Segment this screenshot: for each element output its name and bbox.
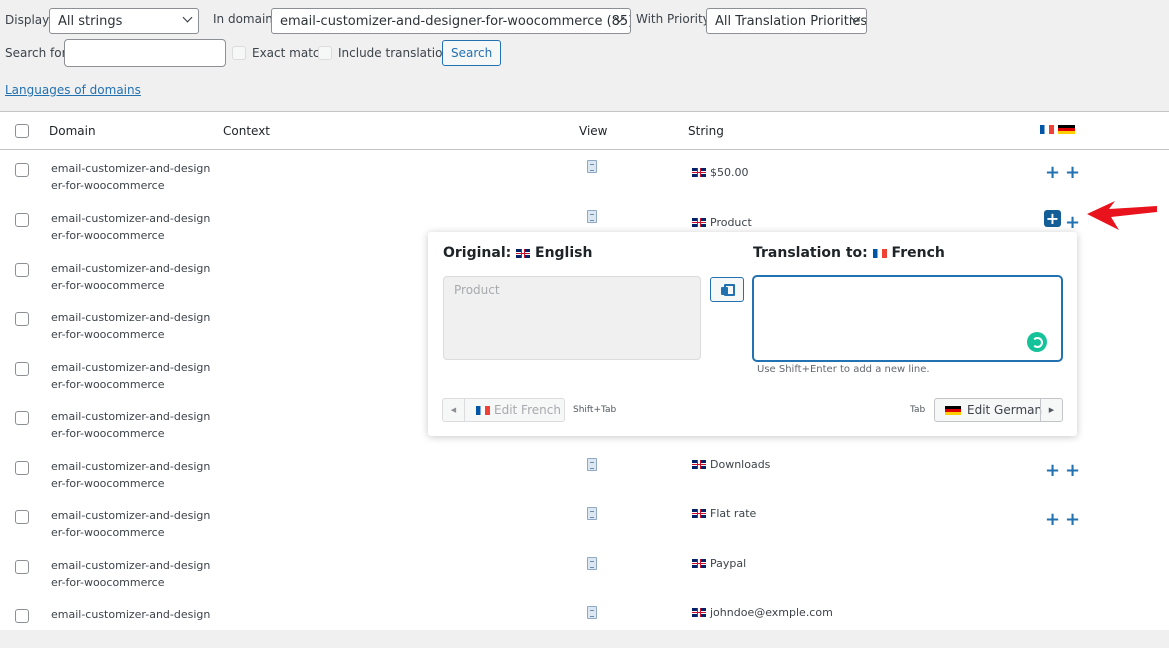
view-document-icon[interactable]	[587, 210, 597, 223]
search-button[interactable]: Search	[442, 40, 502, 66]
string-cell: johndoe@exmple.com	[692, 606, 833, 619]
original-heading: Original: English	[443, 245, 593, 261]
add-german-translation-icon[interactable]: +	[1065, 164, 1080, 182]
chevron-right-icon: ▶	[1040, 399, 1062, 421]
domain-cell: email-customizer-and-design	[51, 608, 211, 621]
french-flag-icon	[1040, 125, 1054, 134]
row-checkbox[interactable]	[15, 213, 29, 227]
string-cell: Downloads	[692, 458, 770, 471]
grammarly-icon[interactable]	[1027, 332, 1047, 352]
uk-flag-icon	[692, 460, 706, 469]
original-text-area: Product	[443, 276, 701, 360]
include-translations-checkbox[interactable]	[318, 46, 332, 60]
table-row: email-customizer-and-design er-for-woocom…	[0, 450, 1169, 500]
include-translations-label: Include translations	[338, 46, 457, 60]
domain-label: In domain:	[213, 12, 277, 26]
next-shortcut-label: Tab	[910, 405, 926, 415]
row-checkbox[interactable]	[15, 560, 29, 574]
french-flag-icon	[476, 406, 490, 415]
priority-select-value: All Translation Priorities	[715, 14, 867, 29]
table-row: email-customizer-and-design er-for-woocom…	[0, 152, 1169, 202]
string-cell: Product	[692, 216, 752, 229]
domain-cell: email-customizer-and-design er-for-woocom…	[51, 509, 211, 539]
priority-label: With Priority:	[636, 12, 713, 26]
row-checkbox[interactable]	[15, 609, 29, 623]
domain-cell: email-customizer-and-design er-for-woocom…	[51, 361, 211, 391]
row-checkbox[interactable]	[15, 163, 29, 177]
column-context[interactable]: Context	[223, 124, 270, 138]
view-document-icon[interactable]	[587, 557, 597, 570]
string-cell: Paypal	[692, 557, 746, 570]
filter-bar: Display: All strings In domain: email-cu…	[0, 0, 1169, 112]
column-string[interactable]: String	[688, 124, 724, 138]
domain-cell: email-customizer-and-design er-for-woocom…	[51, 162, 211, 192]
row-checkbox[interactable]	[15, 510, 29, 524]
uk-flag-icon	[692, 608, 706, 617]
add-german-translation-icon[interactable]: +	[1065, 511, 1080, 529]
view-document-icon[interactable]	[587, 507, 597, 520]
string-cell: $50.00	[692, 166, 749, 179]
table-row: email-customizer-and-design er-for-woocom…	[0, 499, 1169, 549]
red-arrow-annotation-icon	[1087, 201, 1157, 230]
row-checkbox[interactable]	[15, 362, 29, 376]
add-french-translation-icon[interactable]: +	[1044, 210, 1061, 227]
uk-flag-icon	[692, 218, 706, 227]
add-french-translation-icon[interactable]: +	[1045, 462, 1060, 480]
row-checkbox[interactable]	[15, 411, 29, 425]
add-french-translation-icon[interactable]: +	[1045, 164, 1060, 182]
display-select-value: All strings	[58, 14, 123, 29]
uk-flag-icon	[692, 559, 706, 568]
edit-german-button[interactable]: Edit German ▶	[934, 398, 1063, 422]
table-row: email-customizer-and-design er-for-woocom…	[0, 549, 1169, 599]
copy-original-button[interactable]	[710, 277, 744, 302]
domain-cell: email-customizer-and-design er-for-woocom…	[51, 559, 211, 589]
display-label: Display:	[5, 13, 53, 27]
domain-select-value: email-customizer-and-designer-for-woocom…	[280, 14, 631, 29]
domain-cell: email-customizer-and-design er-for-woocom…	[51, 311, 211, 341]
german-flag-icon	[1058, 125, 1075, 134]
column-view: View	[579, 124, 608, 138]
display-select[interactable]: All strings	[49, 8, 199, 34]
uk-flag-icon	[692, 509, 706, 518]
row-checkbox[interactable]	[15, 263, 29, 277]
view-document-icon[interactable]	[587, 160, 597, 173]
languages-of-domains-link[interactable]: Languages of domains	[5, 83, 141, 97]
new-line-hint: Use Shift+Enter to add a new line.	[757, 364, 930, 375]
add-german-translation-icon[interactable]: +	[1065, 214, 1080, 232]
exact-match-checkbox[interactable]	[232, 46, 246, 60]
prev-shortcut-label: Shift+Tab	[573, 405, 617, 415]
table-row: email-customizer-and-design johndoe@exmp…	[0, 598, 1169, 648]
view-document-icon[interactable]	[587, 606, 597, 619]
domain-select[interactable]: email-customizer-and-designer-for-woocom…	[271, 8, 631, 34]
add-french-translation-icon[interactable]: +	[1045, 511, 1060, 529]
select-all-checkbox[interactable]	[15, 124, 29, 138]
domain-cell: email-customizer-and-design er-for-woocom…	[51, 460, 211, 490]
search-input[interactable]	[64, 39, 226, 67]
row-checkbox[interactable]	[15, 461, 29, 475]
translation-text-area[interactable]	[753, 276, 1062, 361]
search-label: Search for:	[5, 46, 71, 60]
domain-cell: email-customizer-and-design er-for-woocom…	[51, 262, 211, 292]
view-document-icon[interactable]	[587, 458, 597, 471]
domain-cell: email-customizer-and-design er-for-woocom…	[51, 410, 211, 440]
priority-select[interactable]: All Translation Priorities	[706, 8, 867, 34]
edit-french-button[interactable]: ◀ Edit French	[442, 398, 565, 422]
row-checkbox[interactable]	[15, 312, 29, 326]
column-domain[interactable]: Domain	[49, 124, 96, 138]
french-flag-icon	[872, 248, 887, 258]
translation-heading: Translation to: French	[753, 245, 945, 261]
german-flag-icon	[945, 406, 961, 415]
uk-flag-icon	[692, 168, 706, 177]
exact-match-label: Exact match	[252, 46, 328, 60]
domain-cell: email-customizer-and-design er-for-woocom…	[51, 212, 211, 242]
uk-flag-icon	[516, 248, 531, 258]
translation-editor-popup: Original: English Translation to: French…	[428, 232, 1077, 436]
string-cell: Flat rate	[692, 507, 756, 520]
table-header: Domain Context View String	[0, 112, 1169, 150]
add-german-translation-icon[interactable]: +	[1065, 462, 1080, 480]
chevron-left-icon: ◀	[443, 399, 465, 421]
chevron-down-icon	[182, 12, 193, 23]
